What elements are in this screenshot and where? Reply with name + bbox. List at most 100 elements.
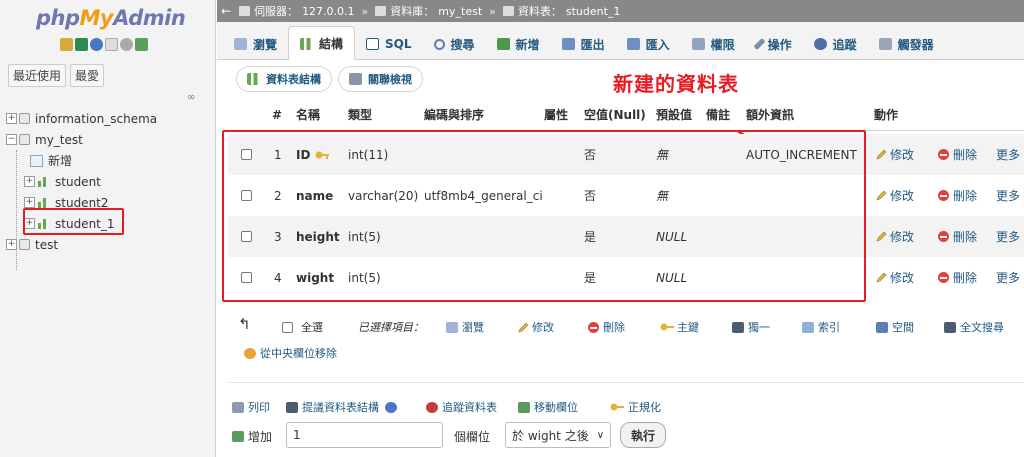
help-icon[interactable]	[385, 401, 397, 413]
tree-item-information-schema[interactable]: + information_schema	[6, 108, 157, 129]
breadcrumb-server[interactable]: 127.0.0.1	[302, 5, 354, 18]
bulk-unique-button[interactable]: 獨一	[732, 319, 770, 335]
tab-label: 匯入	[645, 37, 670, 52]
expand-icon[interactable]: +	[6, 113, 17, 124]
tab-label: 瀏覽	[253, 37, 278, 52]
wrench-icon	[753, 37, 766, 51]
select-all-checkbox[interactable]	[282, 321, 293, 333]
edit-label: 修改	[890, 230, 915, 244]
print-link[interactable]: 列印	[232, 399, 270, 415]
database-icon	[19, 113, 30, 124]
tab-export[interactable]: 匯出	[551, 29, 616, 59]
delete-icon	[588, 321, 599, 333]
column-count-input[interactable]: 1	[286, 422, 443, 448]
subtab-label: 資料表結構	[266, 73, 321, 86]
tab-sql[interactable]: SQL	[355, 29, 423, 59]
tab-insert[interactable]: 新增	[486, 29, 551, 59]
col-header-attributes: 屬性	[544, 108, 569, 122]
link-chain-icon[interactable]: ∞	[187, 92, 195, 103]
privileges-icon	[691, 38, 705, 50]
favorites-tab[interactable]: 最愛	[70, 64, 105, 87]
go-button[interactable]: 執行	[620, 422, 667, 448]
server-icon	[239, 6, 251, 16]
tree-item-student[interactable]: + student	[6, 171, 101, 192]
tree-item-test[interactable]: + test	[6, 234, 58, 255]
edit-label: 修改	[890, 189, 915, 203]
pencil-icon	[876, 190, 887, 201]
delete-action[interactable]: 刪除	[938, 187, 977, 204]
bulk-fulltext-button[interactable]: 全文搜尋	[944, 319, 1004, 335]
edit-action[interactable]: 修改	[876, 146, 914, 163]
tab-import[interactable]: 匯入	[616, 29, 681, 59]
bulk-browse-button[interactable]: 瀏覽	[446, 319, 484, 335]
tab-operations[interactable]: 操作	[746, 29, 803, 59]
bulk-index-button[interactable]: 索引	[802, 319, 840, 335]
footer-label: 提議資料表結構	[302, 401, 379, 414]
pencil-icon	[876, 149, 887, 160]
expand-icon[interactable]: +	[24, 197, 35, 208]
subtab-relation-view[interactable]: 關聯檢視	[338, 66, 423, 92]
tab-search[interactable]: 搜尋	[423, 29, 486, 59]
remove-central-columns[interactable]: 從中央欄位移除	[244, 345, 337, 361]
tab-tracking[interactable]: 追蹤	[803, 29, 868, 59]
table-icon	[37, 176, 50, 187]
propose-structure-link[interactable]: 提議資料表結構	[286, 399, 401, 415]
col-header-type: 類型	[348, 108, 373, 122]
select-all-label: 全選	[301, 321, 323, 334]
select-all[interactable]: 全選	[282, 319, 323, 335]
edit-action[interactable]: 修改	[876, 187, 914, 204]
delete-action[interactable]: 刪除	[938, 228, 977, 245]
delete-label: 刪除	[953, 271, 978, 285]
column-position-select[interactable]: 於 wight 之後 ∨	[505, 422, 611, 448]
reload-icon[interactable]	[135, 38, 148, 51]
col-header-name[interactable]: 名稱	[296, 106, 320, 123]
help-icon[interactable]	[90, 38, 103, 51]
more-action[interactable]: 更多	[996, 187, 1020, 204]
add-columns-label-wrap: 增加	[232, 428, 272, 445]
home-icon[interactable]	[60, 38, 73, 51]
bulk-primary-button[interactable]: 主鍵	[660, 319, 699, 335]
tree-item-my-test[interactable]: − my_test	[6, 129, 83, 150]
bulk-spatial-button[interactable]: 空間	[876, 319, 914, 335]
pencil-icon	[518, 322, 529, 332]
recent-tab[interactable]: 最近使用	[8, 64, 67, 87]
more-action[interactable]: 更多	[996, 146, 1020, 163]
delete-action[interactable]: 刪除	[938, 146, 977, 163]
bulk-change-button[interactable]: 修改	[518, 319, 554, 335]
expand-icon[interactable]: +	[24, 176, 35, 187]
settings-gear-icon[interactable]	[120, 38, 133, 51]
footer-label: 追蹤資料表	[442, 401, 497, 414]
col-header-comments: 備註	[706, 108, 731, 122]
delete-action[interactable]: 刪除	[938, 269, 977, 286]
move-columns-link[interactable]: 移動欄位	[518, 399, 578, 415]
search-icon	[433, 38, 445, 50]
tree-item-new-table[interactable]: 新增	[6, 150, 72, 171]
phpmyadmin-logo[interactable]: phpMyAdmin	[36, 6, 186, 30]
tab-browse[interactable]: 瀏覽	[223, 29, 288, 59]
track-table-link[interactable]: 追蹤資料表	[426, 399, 497, 415]
breadcrumb-table[interactable]: student_1	[566, 5, 621, 18]
breadcrumb-db[interactable]: my_test	[438, 5, 482, 18]
col-header-default: 預設值	[656, 108, 693, 122]
bulk-drop-button[interactable]: 刪除	[588, 319, 625, 335]
exit-icon[interactable]	[75, 38, 88, 51]
annotation-label: 新建的資料表	[613, 72, 739, 96]
edit-action[interactable]: 修改	[876, 269, 914, 286]
tab-privileges[interactable]: 權限	[681, 29, 746, 59]
back-arrow-icon[interactable]: ←	[221, 4, 231, 18]
expand-icon[interactable]: +	[6, 239, 17, 250]
database-icon	[375, 6, 387, 16]
more-action[interactable]: 更多	[996, 228, 1020, 245]
tab-triggers[interactable]: 觸發器	[868, 29, 945, 59]
docs-icon[interactable]	[105, 38, 118, 51]
tab-structure[interactable]: 結構	[288, 26, 356, 60]
edit-action[interactable]: 修改	[876, 228, 914, 245]
delete-icon	[938, 272, 949, 283]
subtab-table-structure[interactable]: 資料表結構	[236, 66, 332, 92]
database-icon	[19, 134, 30, 145]
tab-label: SQL	[385, 37, 412, 51]
more-action[interactable]: 更多	[996, 269, 1020, 286]
collapse-icon[interactable]: −	[6, 134, 17, 145]
normalize-link[interactable]: 正規化	[610, 399, 661, 415]
structure-subtabs: 資料表結構 關聯檢視	[236, 66, 423, 92]
